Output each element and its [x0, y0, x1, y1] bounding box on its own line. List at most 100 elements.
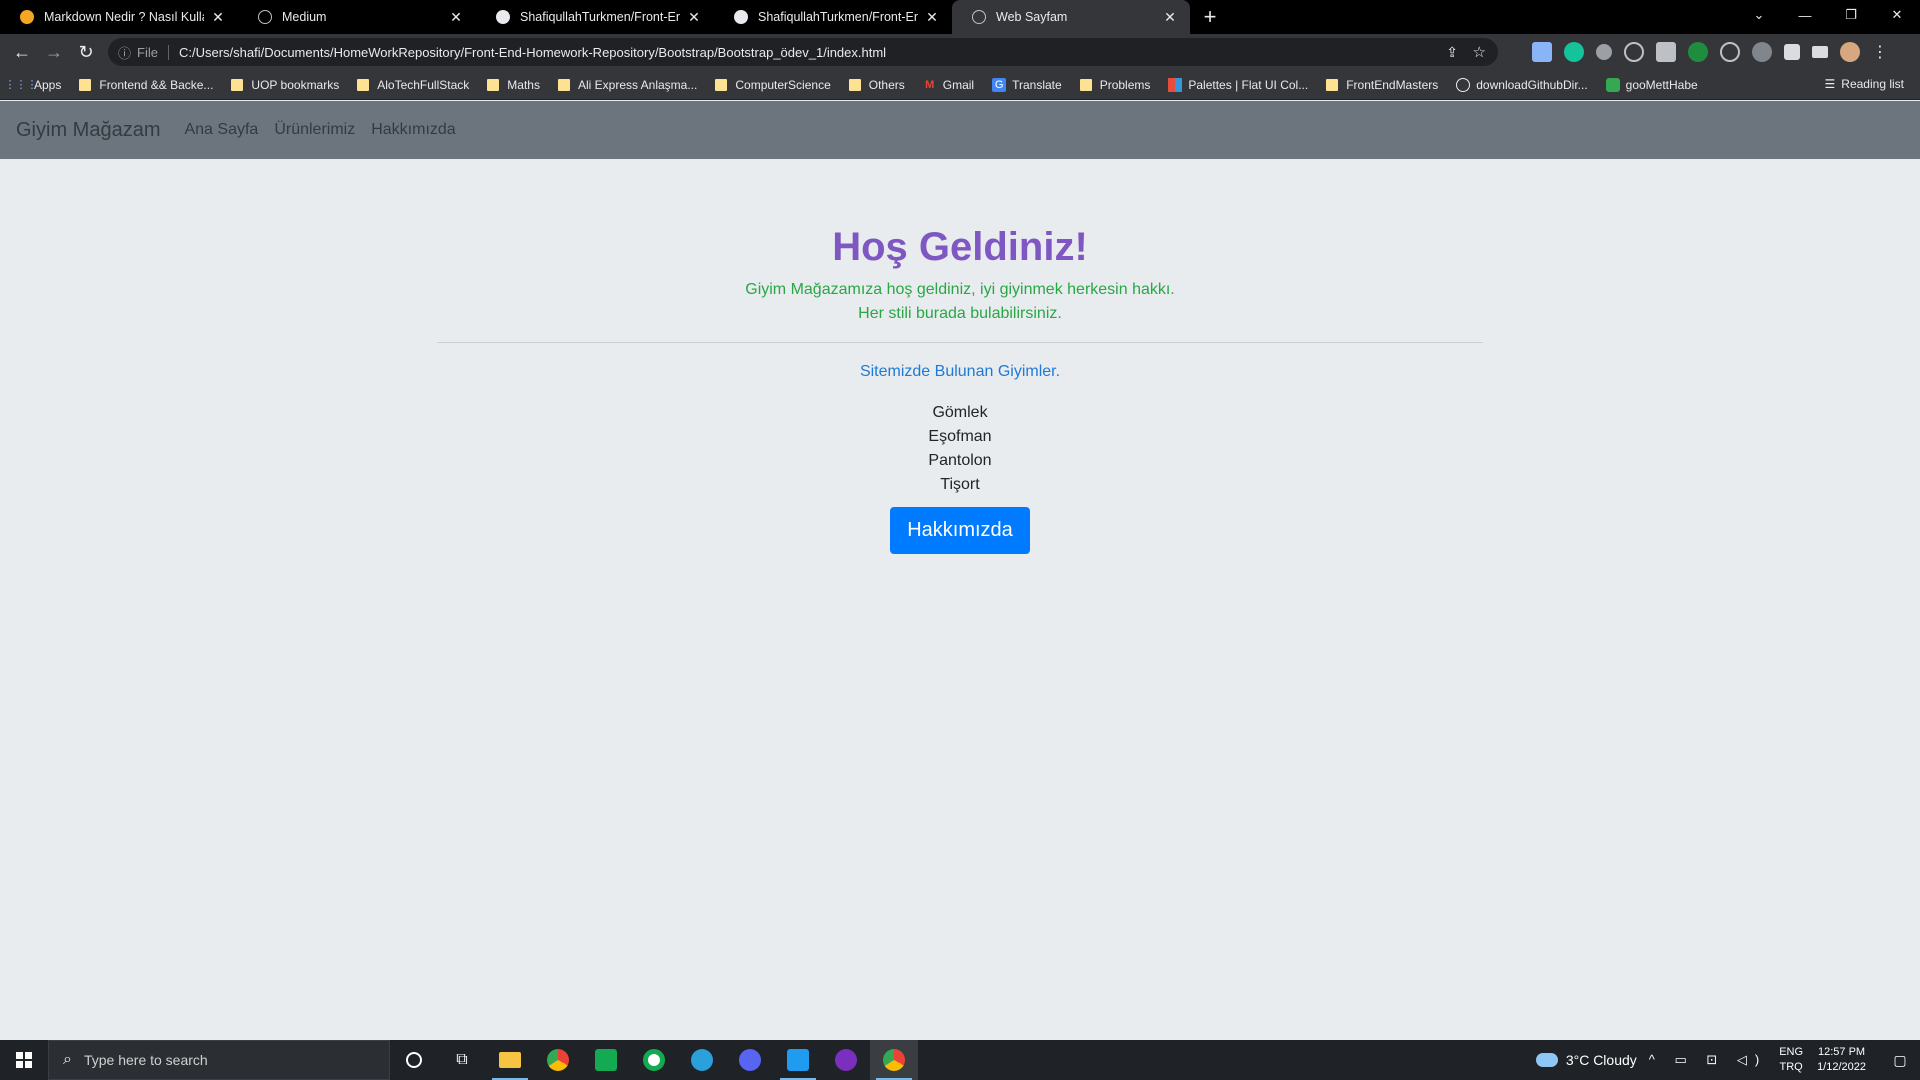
divider — [437, 342, 1483, 343]
vscode-icon[interactable] — [774, 1040, 822, 1080]
react-devtools-icon[interactable] — [1720, 42, 1740, 62]
nav-link-products[interactable]: Ürünlerimiz — [274, 121, 355, 139]
keyboard-layout: TRQ — [1779, 1061, 1803, 1073]
close-window-button[interactable]: ✕ — [1874, 0, 1920, 30]
discord-icon[interactable] — [726, 1040, 774, 1080]
minimize-button[interactable]: — — [1782, 0, 1828, 30]
save-extension-icon[interactable] — [1532, 42, 1552, 62]
tab-title: Web Sayfam — [996, 10, 1068, 24]
bookmark-folder[interactable]: Ali Express Anlaşma... — [557, 78, 697, 92]
browser-tab[interactable]: ShafiqullahTurkmen/Front-End-H ✕ — [476, 0, 714, 34]
cloud-icon — [1535, 1053, 1558, 1067]
bookmark-folder[interactable]: Maths — [487, 78, 540, 92]
page-heading: Hoş Geldiniz! — [832, 225, 1088, 269]
tab-title: ShafiqullahTurkmen/Front-End-H — [758, 10, 918, 24]
nav-link-home[interactable]: Ana Sayfa — [184, 121, 258, 139]
about-button[interactable]: Hakkımızda — [890, 507, 1030, 554]
url-text[interactable]: C:/Users/shafi/Documents/HomeWorkReposit… — [179, 45, 886, 60]
mongodb-compass-icon[interactable] — [630, 1040, 678, 1080]
site-brand[interactable]: Giyim Mağazam — [16, 119, 160, 142]
bookmarks-bar: ⋮⋮⋮ Apps Frontend && Backe... UOP bookmar… — [0, 70, 1920, 100]
chrome-active-icon[interactable] — [870, 1040, 918, 1080]
bookmark-label: FrontEndMasters — [1346, 77, 1439, 92]
blocker-extension-icon[interactable] — [1752, 42, 1772, 62]
extensions-puzzle-icon[interactable] — [1784, 44, 1800, 60]
bookmark-folder[interactable]: Frontend && Backe... — [79, 78, 213, 92]
windows-logo-icon — [16, 1052, 32, 1068]
bookmark-folder[interactable]: FrontEndMasters — [1326, 78, 1438, 92]
window-controls: ⌄ — ❐ ✕ — [1736, 0, 1920, 30]
bookmark-folder[interactable]: AloTechFullStack — [357, 78, 469, 92]
pen-extension-icon[interactable] — [1596, 44, 1612, 60]
bookmark-translate[interactable]: G Translate — [992, 77, 1062, 92]
bookmark-github-dir[interactable]: downloadGithubDir... — [1456, 77, 1588, 92]
bookmark-folder[interactable]: Problems — [1079, 78, 1150, 92]
bookmark-folder[interactable]: UOP bookmarks — [231, 78, 339, 92]
bookmark-label: Gmail — [942, 77, 975, 92]
tray-icons[interactable]: ^ ▭ ⊡ ◁) — [1649, 1052, 1767, 1068]
cortana-icon[interactable] — [390, 1040, 438, 1080]
back-button[interactable]: ← — [6, 36, 38, 68]
bookmark-label: Palettes | Flat UI Col... — [1188, 77, 1309, 92]
browser-tab[interactable]: Markdown Nedir ? Nasıl Kullanılır ✕ — [0, 0, 238, 34]
file-scheme-label: File — [137, 44, 169, 60]
folder-icon — [848, 78, 861, 91]
task-view-icon[interactable]: ⧉ — [438, 1040, 486, 1080]
products-subtitle: Sitemizde Bulunan Giyimler. — [859, 363, 1061, 380]
print-extension-icon[interactable] — [1656, 42, 1676, 62]
apps-grid-icon: ⋮⋮⋮ — [4, 79, 38, 91]
start-button[interactable] — [0, 1040, 48, 1080]
reload-button[interactable]: ↻ — [70, 36, 102, 68]
bookmark-star-icon[interactable]: ☆ — [1473, 43, 1486, 61]
mongodb-icon[interactable] — [582, 1040, 630, 1080]
jumbotron: Hoş Geldiniz! Giyim Mağazamıza hoş geldi… — [0, 225, 1920, 554]
address-bar[interactable]: ⓘ File C:/Users/shafi/Documents/HomeWork… — [108, 38, 1498, 66]
bookmark-apps[interactable]: ⋮⋮⋮ Apps — [4, 78, 62, 92]
new-tab-button[interactable]: + — [1190, 0, 1230, 34]
forward-button[interactable]: → — [38, 36, 70, 68]
bookmark-palettes[interactable]: Palettes | Flat UI Col... — [1168, 77, 1309, 92]
notification-center-icon[interactable]: ▢ — [1880, 1040, 1920, 1080]
restore-button[interactable]: ❐ — [1828, 0, 1874, 30]
tab-search-icon[interactable]: ⌄ — [1736, 0, 1782, 30]
close-icon[interactable]: ✕ — [448, 9, 464, 26]
menu-kebab-icon[interactable]: ⋮ — [1872, 42, 1888, 62]
taskbar-search[interactable]: ⌕ Type here to search — [48, 1040, 390, 1080]
podcast-app-icon[interactable] — [822, 1040, 870, 1080]
clock-time: 12:57 PM — [1817, 1046, 1866, 1058]
clock[interactable]: 12:57 PM 1/12/2022 — [1817, 1045, 1866, 1075]
site-navbar: Giyim Mağazam Ana Sayfa Ürünlerimiz Hakk… — [0, 101, 1920, 159]
browser-tab[interactable]: Medium ✕ — [238, 0, 476, 34]
bookmark-label: ComputerScience — [735, 77, 831, 92]
telegram-icon[interactable] — [678, 1040, 726, 1080]
share-icon[interactable]: ⇪ — [1446, 44, 1458, 61]
reading-list-label: Reading list — [1841, 77, 1904, 91]
target-extension-icon[interactable] — [1624, 42, 1644, 62]
list-item: Tişort — [940, 476, 980, 493]
file-explorer-icon[interactable] — [486, 1040, 534, 1080]
weather-widget[interactable]: 3°C Cloudy — [1535, 1052, 1637, 1068]
info-icon[interactable]: ⓘ — [118, 43, 131, 62]
nav-link-about[interactable]: Hakkımızda — [371, 121, 455, 139]
browser-tab[interactable]: ShafiqullahTurkmen/Front-End-H ✕ — [714, 0, 952, 34]
close-icon[interactable]: ✕ — [210, 9, 226, 26]
profile-avatar[interactable] — [1840, 42, 1860, 62]
bookmark-folder[interactable]: Others — [848, 78, 905, 92]
bookmark-folder[interactable]: ComputerScience — [715, 77, 831, 92]
github-icon — [496, 10, 510, 24]
lead-line: Giyim Mağazamıza hoş geldiniz, iyi giyin… — [745, 281, 1175, 298]
reading-list-button[interactable]: ☰ Reading list — [1825, 77, 1904, 91]
close-icon[interactable]: ✕ — [1162, 9, 1178, 26]
close-icon[interactable]: ✕ — [924, 9, 940, 26]
close-icon[interactable]: ✕ — [686, 9, 702, 26]
bookmark-meet[interactable]: gooMettHabe — [1605, 77, 1698, 92]
media-queue-icon[interactable] — [1812, 46, 1828, 58]
system-tray: 3°C Cloudy ^ ▭ ⊡ ◁) ENG TRQ 12:57 PM 1/1… — [1535, 1040, 1920, 1080]
search-icon: ⌕ — [63, 1051, 72, 1068]
green-extension-icon[interactable] — [1688, 42, 1708, 62]
grammarly-icon[interactable] — [1564, 42, 1584, 62]
browser-tab-active[interactable]: Web Sayfam ✕ — [952, 0, 1190, 34]
bookmark-gmail[interactable]: M Gmail — [923, 78, 974, 92]
language-indicator[interactable]: ENG TRQ — [1779, 1045, 1803, 1075]
chrome-icon[interactable] — [534, 1040, 582, 1080]
